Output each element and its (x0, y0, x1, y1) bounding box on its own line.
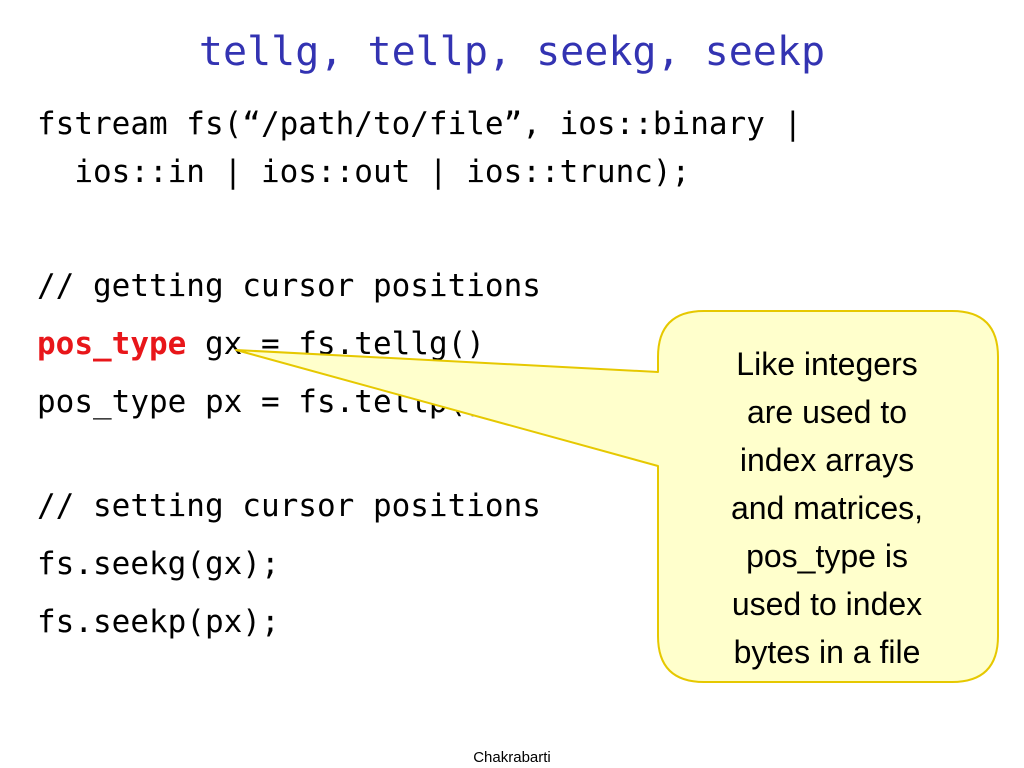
code-line-fstream: fstream fs(“/path/to/file”, ios::binary … (37, 106, 803, 142)
slide: tellg, tellp, seekg, seekp fstream fs(“/… (0, 0, 1024, 768)
callout-line: are used to (746, 394, 908, 430)
callout-line: and matrices, (730, 490, 924, 526)
pos-type-keyword: pos_type (37, 326, 187, 362)
footer-author: Chakrabarti (473, 749, 551, 766)
callout-line: pos_type is (746, 538, 908, 574)
callout-line: Like integers (736, 346, 918, 382)
code-line-seekp: fs.seekp(px); (37, 604, 280, 640)
code-line-seekg: fs.seekg(gx); (37, 546, 280, 582)
callout-text: Like integers are used to index arrays a… (660, 340, 994, 676)
callout-line: used to index (731, 586, 923, 622)
code-line-tellg: pos_type gx = fs.tellg() (37, 324, 485, 364)
code-comment-setting: // setting cursor positions (37, 488, 541, 524)
callout-line: index arrays (739, 442, 915, 478)
code-line-fstream-continued: ios::in | ios::out | ios::trunc); (37, 154, 691, 190)
callout-line: bytes in a file (733, 634, 921, 670)
code-comment-getting: // getting cursor positions (37, 268, 541, 304)
slide-title: tellg, tellp, seekg, seekp (198, 29, 826, 75)
code-line-tellg-rest: gx = fs.tellg() (186, 326, 485, 362)
code-line-tellp: pos_type px = fs.tellp(); (37, 384, 504, 420)
